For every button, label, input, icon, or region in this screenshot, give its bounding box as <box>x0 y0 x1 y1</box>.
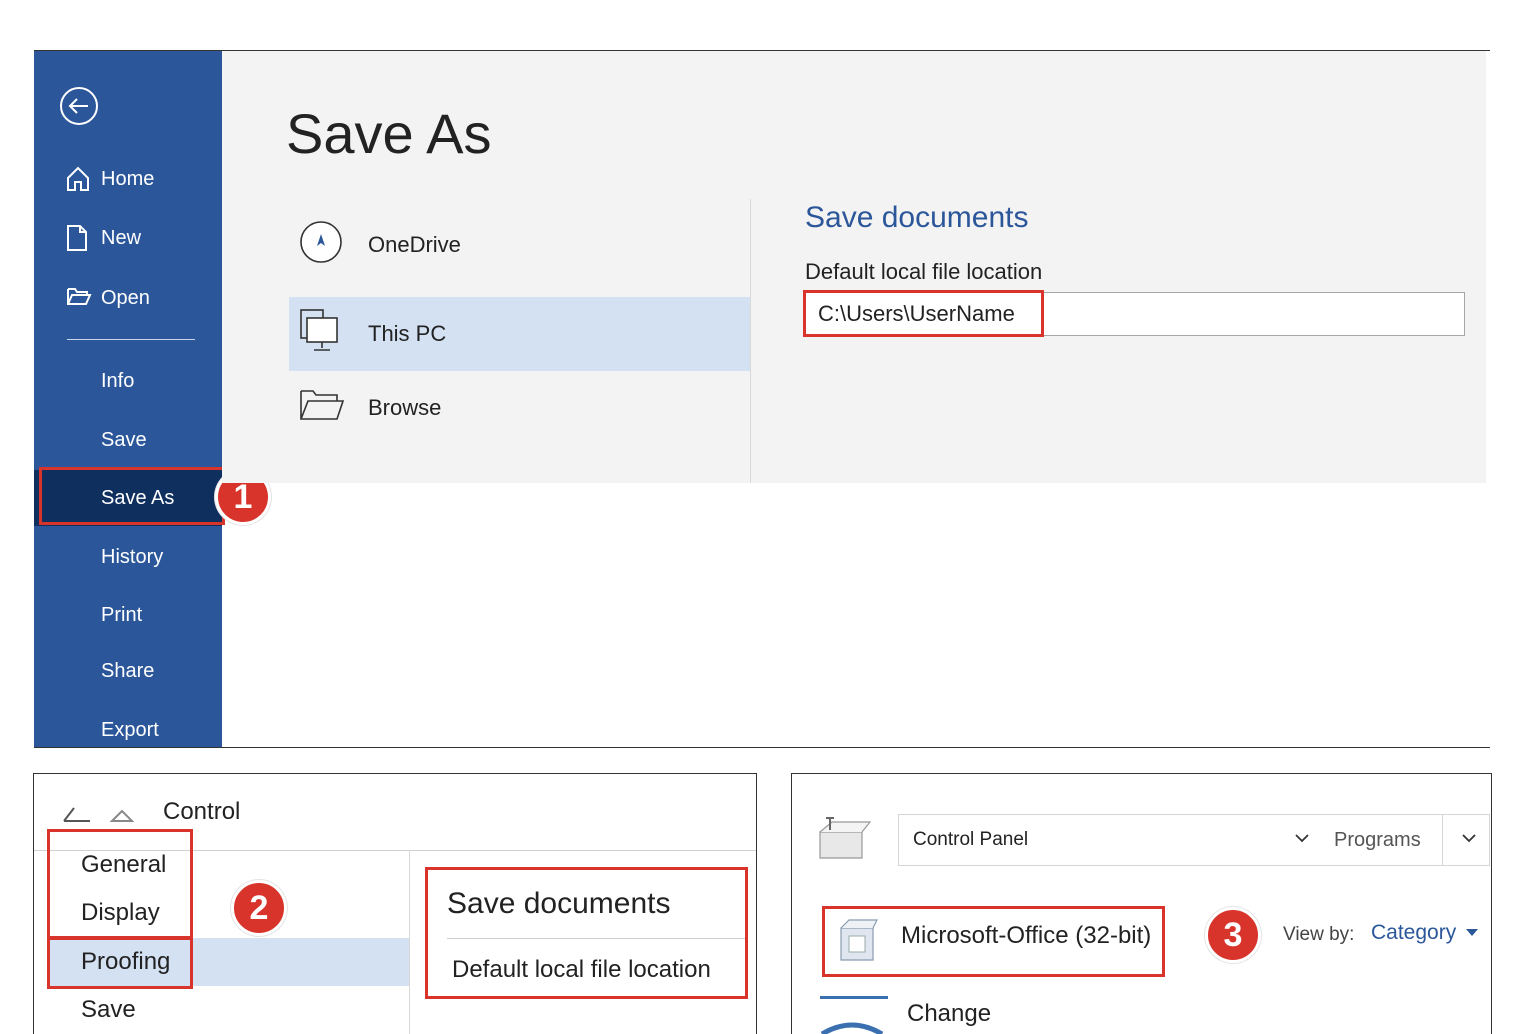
backstage-sidebar: Home New Open Info Save Save As History <box>34 51 222 747</box>
place-onedrive[interactable]: OneDrive <box>289 208 751 282</box>
place-this-pc[interactable]: This PC <box>289 297 751 371</box>
nav-export[interactable]: Export <box>34 702 222 758</box>
nav-print-label: Print <box>101 603 143 626</box>
nav-new[interactable]: New <box>34 210 222 266</box>
ruler-icon <box>60 804 135 829</box>
highlight-proofing <box>47 937 193 989</box>
step-badge-3: 3 <box>1205 907 1261 963</box>
nav-share-label: Share <box>101 659 155 682</box>
highlight-office <box>822 906 1165 977</box>
chevron-down-icon[interactable] <box>1293 829 1311 847</box>
highlight-path <box>803 290 1044 337</box>
nav-home-label: Home <box>101 167 155 190</box>
nav-history-label: History <box>101 545 164 568</box>
nav-save[interactable]: Save <box>34 412 222 468</box>
highlight-save-documents <box>425 867 748 999</box>
back-arrow-icon[interactable] <box>60 87 98 125</box>
options-dialog: Control General Display Proofing Save 2 … <box>33 773 757 1034</box>
onedrive-icon <box>299 220 343 270</box>
place-browse-label: Browse <box>368 395 442 420</box>
new-document-icon <box>66 225 90 251</box>
default-location-label: Default local file location <box>805 259 1043 284</box>
places-divider <box>750 199 751 483</box>
view-by-label: View by: <box>1283 924 1355 945</box>
shield-icon <box>820 1016 884 1034</box>
place-onedrive-label: OneDrive <box>368 232 461 257</box>
nav-print[interactable]: Print <box>34 587 222 643</box>
nav-info-label: Info <box>101 369 135 392</box>
save-as-backstage: Home New Open Info Save Save As History <box>34 50 1490 748</box>
home-icon <box>66 166 90 192</box>
options-pane-divider <box>409 851 410 1034</box>
nav-open-label: Open <box>101 286 150 309</box>
view-by-value: Category <box>1371 921 1457 944</box>
control-panel-window: Control Panel Programs Microsoft-Office … <box>791 773 1492 1034</box>
place-this-pc-label: This PC <box>368 321 447 346</box>
highlight-general-display <box>47 829 193 939</box>
category-save-label: Save <box>81 996 136 1023</box>
highlight-save-as <box>39 467 225 525</box>
folder-icon <box>299 387 345 429</box>
place-browse[interactable]: Browse <box>289 371 751 445</box>
page-title: Save As <box>286 102 492 165</box>
address-bar[interactable]: Control Panel Programs <box>898 814 1490 866</box>
history-chevron-icon[interactable] <box>1460 829 1478 847</box>
nav-history[interactable]: History <box>34 529 222 585</box>
nav-info[interactable]: Info <box>34 353 222 409</box>
save-documents-title: Save documents <box>805 201 1029 234</box>
nav-home[interactable]: Home <box>34 151 222 207</box>
nav-open[interactable]: Open <box>34 270 222 326</box>
category-save[interactable]: Save <box>47 986 409 1034</box>
open-folder-icon <box>66 285 92 311</box>
nav-divider <box>67 339 195 340</box>
address-text: Control Panel <box>913 829 1029 850</box>
address-separator <box>1442 815 1443 865</box>
nav-new-label: New <box>101 226 142 249</box>
save-as-content: Save As OneDrive This PC Browse Save doc… <box>222 51 1486 483</box>
nav-export-label: Export <box>101 718 159 741</box>
nav-save-label: Save <box>101 428 147 451</box>
nav-share[interactable]: Share <box>34 643 222 699</box>
computer-icon <box>299 308 341 360</box>
breadcrumb-programs[interactable]: Programs <box>1334 829 1421 852</box>
link-underline <box>820 996 888 999</box>
view-by-dropdown[interactable]: Category <box>1371 921 1479 945</box>
control-panel-icon <box>816 816 874 867</box>
step-badge-2: 2 <box>231 880 287 936</box>
options-title: Control <box>163 798 241 825</box>
caret-down-icon <box>1466 929 1479 937</box>
